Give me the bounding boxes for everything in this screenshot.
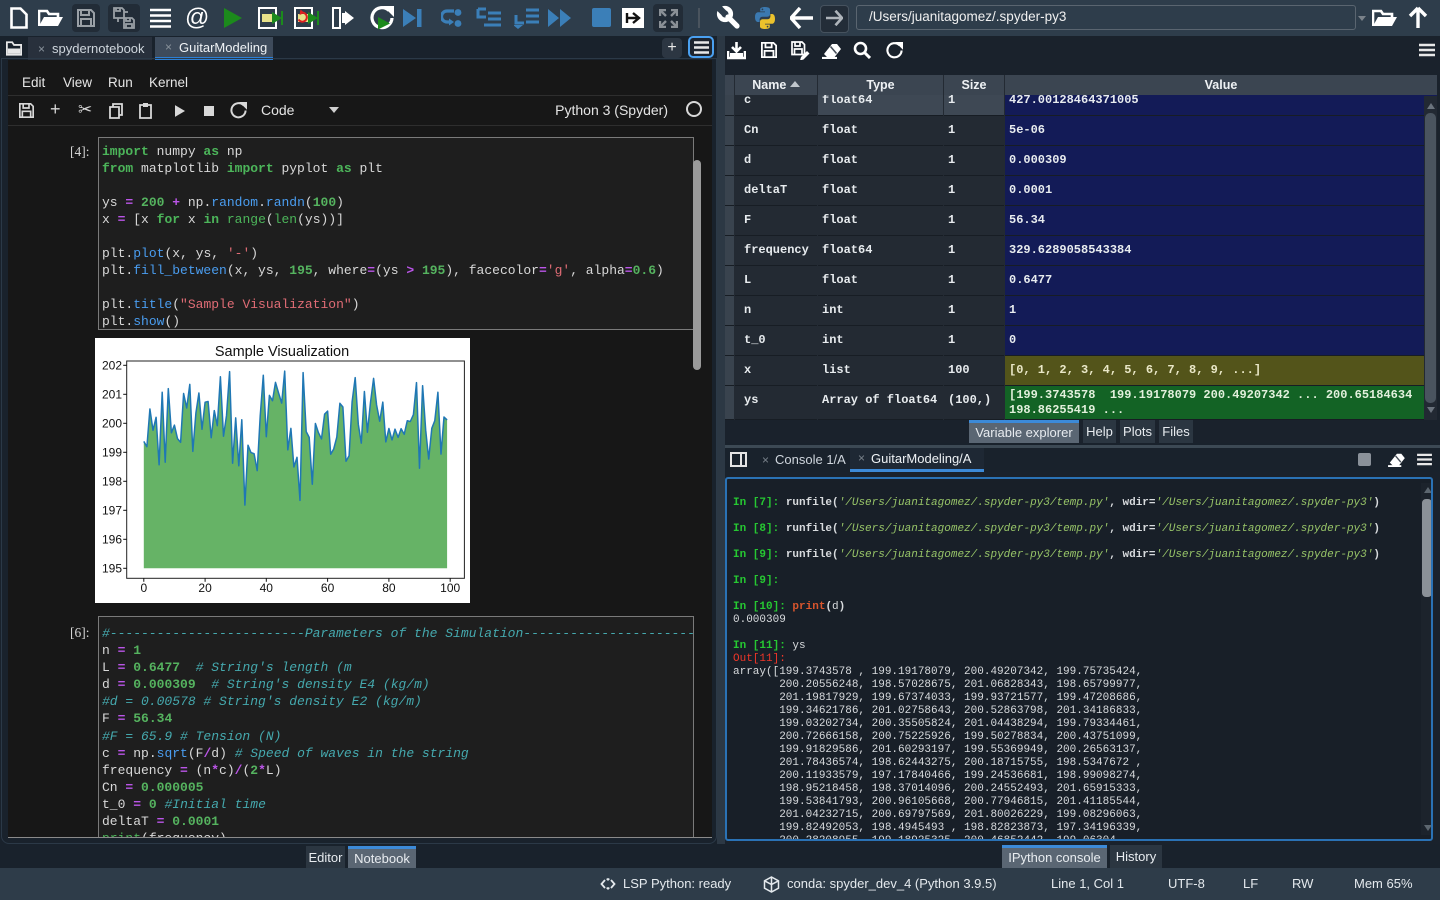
- svg-text:0: 0: [140, 581, 147, 595]
- svg-text:200: 200: [102, 416, 122, 430]
- svg-text:202: 202: [102, 358, 122, 372]
- svg-text:201: 201: [102, 387, 122, 401]
- svg-text:20: 20: [198, 581, 212, 595]
- svg-text:100: 100: [440, 581, 460, 595]
- svg-text:195: 195: [102, 561, 122, 575]
- svg-text:80: 80: [382, 581, 396, 595]
- svg-text:Sample Visualization: Sample Visualization: [215, 344, 349, 360]
- svg-text:197: 197: [102, 503, 122, 517]
- svg-text:40: 40: [260, 581, 274, 595]
- svg-text:198: 198: [102, 474, 122, 488]
- svg-text:60: 60: [321, 581, 335, 595]
- svg-text:196: 196: [102, 532, 122, 546]
- svg-text:199: 199: [102, 445, 122, 459]
